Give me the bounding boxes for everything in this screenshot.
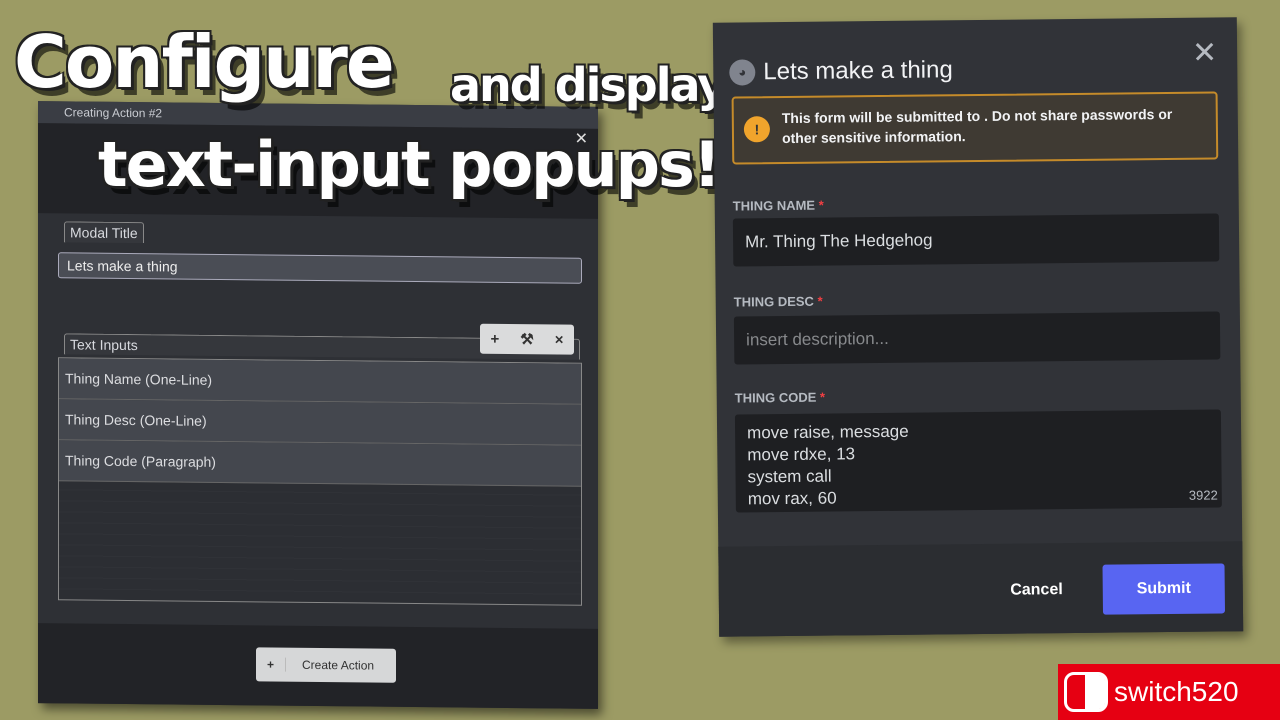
required-mark: * <box>817 293 823 309</box>
required-mark: * <box>819 389 826 405</box>
list-item[interactable]: Thing Desc (One-Line) <box>59 399 581 446</box>
required-mark: * <box>818 197 824 213</box>
close-icon[interactable]: ✕ <box>1192 35 1218 70</box>
thing-code-textarea[interactable]: move raise, message move rdxe, 13 system… <box>734 409 1222 513</box>
field-label: THING CODE * <box>734 389 826 406</box>
list-item[interactable]: Thing Code (Paragraph) <box>59 440 581 487</box>
submit-button[interactable]: Submit <box>1102 563 1226 615</box>
field-label: THING NAME * <box>732 197 824 214</box>
warning-banner: ! This form will be submitted to . Do not… <box>731 91 1219 165</box>
char-counter: 3922 <box>1188 487 1218 503</box>
warning-text: This form will be submitted to . Do not … <box>781 105 1173 147</box>
plus-icon: + <box>256 657 286 672</box>
create-action-button[interactable]: + Create Action <box>256 647 396 683</box>
modal-footer: Cancel Submit <box>718 541 1244 637</box>
discord-modal: ◕ Lets make a thing ✕ ! This form will be … <box>712 17 1244 637</box>
field-label: THING DESC * <box>733 293 823 310</box>
headline-line2: text-input popups! <box>98 128 721 201</box>
list-item[interactable]: Thing Name (One-Line) <box>59 358 581 405</box>
discord-logo-icon: ◕ <box>729 59 756 86</box>
switch-logo-icon <box>1064 672 1108 712</box>
text-inputs-list: Thing Name (One-Line) Thing Desc (One-Li… <box>58 357 582 606</box>
modal-title-input[interactable]: Lets make a thing <box>58 252 582 284</box>
create-action-label: Create Action <box>302 657 375 673</box>
modal-title-label: Modal Title <box>64 221 144 244</box>
add-icon[interactable]: + <box>491 330 500 347</box>
thing-desc-input[interactable]: insert description... <box>733 311 1221 365</box>
list-toolbar: + ⚒ × <box>480 323 574 355</box>
thing-name-input[interactable]: Mr. Thing The Hedgehog <box>732 213 1220 267</box>
cancel-button[interactable]: Cancel <box>1010 581 1063 600</box>
watermark: switch520 <box>1058 664 1280 720</box>
watermark-text: switch520 <box>1114 676 1239 707</box>
footer: + Create Action <box>38 623 598 709</box>
modal-title: Lets make a thing <box>763 56 953 86</box>
warning-icon: ! <box>743 116 771 143</box>
remove-icon[interactable]: × <box>555 331 564 348</box>
edit-icon[interactable]: ⚒ <box>520 330 533 348</box>
headline-configure: Configure <box>14 20 395 104</box>
headline-and-display: and display <box>450 58 727 112</box>
